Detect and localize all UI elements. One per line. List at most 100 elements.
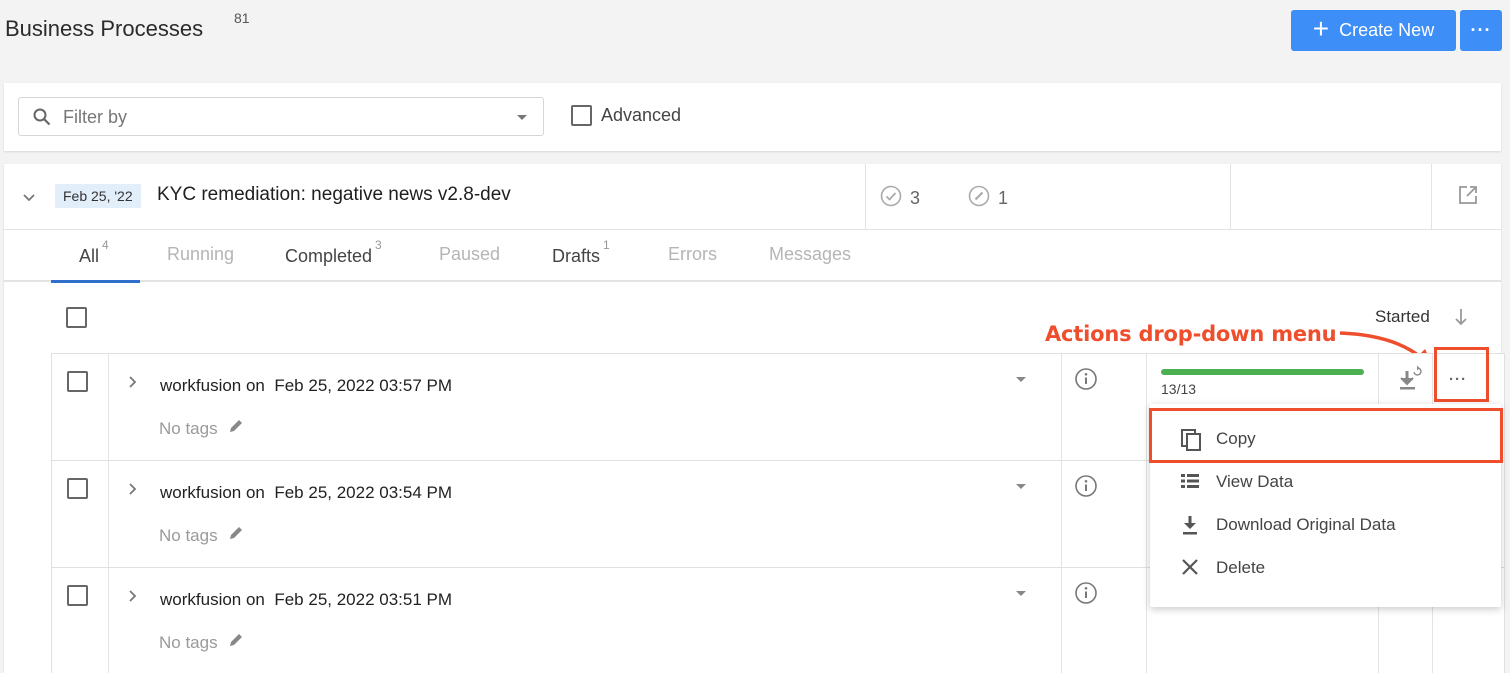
- divider: [1146, 354, 1147, 461]
- divider: [1061, 461, 1062, 568]
- divider: [108, 354, 109, 461]
- menu-item-delete[interactable]: Delete: [1150, 546, 1501, 589]
- close-icon: [1180, 557, 1200, 582]
- process-count-badge: 81: [234, 10, 250, 26]
- download-icon: [1180, 514, 1200, 541]
- actions-highlight: [1434, 347, 1489, 402]
- row-tags[interactable]: No tags: [159, 632, 244, 653]
- filter-input[interactable]: [63, 106, 503, 128]
- tab-label: Completed: [285, 246, 373, 266]
- menu-item-view-data[interactable]: View Data: [1150, 460, 1501, 503]
- row-tags[interactable]: No tags: [159, 525, 244, 546]
- tab-count: 1: [603, 238, 610, 252]
- info-icon[interactable]: [1074, 581, 1098, 610]
- search-icon: [33, 108, 51, 131]
- row-checkbox[interactable]: [67, 478, 88, 499]
- divider: [1146, 568, 1147, 673]
- chevron-down-icon[interactable]: [1016, 591, 1026, 596]
- completed-stat: 3: [880, 185, 920, 212]
- tab-errors[interactable]: Errors: [668, 244, 717, 265]
- filter-box[interactable]: [18, 97, 544, 136]
- tab-all[interactable]: All4: [79, 238, 109, 267]
- divider: [1061, 354, 1062, 461]
- tab-count: 3: [375, 238, 382, 252]
- row-date: Feb 25, 2022 03:51 PM: [274, 590, 453, 609]
- open-external-icon[interactable]: [1457, 184, 1479, 211]
- divider: [1230, 164, 1231, 230]
- select-all-checkbox[interactable]: [66, 307, 87, 328]
- advanced-label: Advanced: [601, 105, 682, 125]
- progress-fill: [1161, 369, 1364, 375]
- divider: [865, 164, 866, 230]
- process-name[interactable]: KYC remediation: negative news v2.8-dev: [157, 184, 511, 206]
- row-user: workfusion on: [160, 590, 265, 609]
- row-title: workfusion on Feb 25, 2022 03:51 PM: [160, 590, 452, 610]
- filter-panel: Advanced: [4, 83, 1501, 151]
- chevron-right-icon[interactable]: [128, 375, 138, 394]
- tab-completed[interactable]: Completed3: [285, 238, 382, 267]
- chevron-down-icon[interactable]: [1016, 484, 1026, 489]
- process-header: Feb 25, '22 KYC remediation: negative ne…: [4, 164, 1501, 230]
- pencil-circle-icon: [968, 185, 990, 212]
- chevron-down-icon[interactable]: [1016, 377, 1026, 382]
- annotation-label: Actions drop-down menu: [1045, 322, 1337, 346]
- row-tags[interactable]: No tags: [159, 418, 244, 439]
- view-data-icon: [1180, 471, 1200, 496]
- pencil-icon[interactable]: [228, 418, 244, 439]
- menu-item-label: Download Original Data: [1216, 515, 1396, 534]
- tab-label: Errors: [668, 244, 717, 264]
- divider: [1431, 164, 1432, 230]
- date-chip: Feb 25, '22: [55, 184, 141, 208]
- divider: [108, 461, 109, 568]
- tab-drafts[interactable]: Drafts1: [552, 238, 610, 267]
- chevron-down-icon[interactable]: [517, 115, 527, 120]
- row-checkbox[interactable]: [67, 585, 88, 606]
- completed-count: 3: [910, 188, 921, 208]
- progress-text: 13/13: [1161, 381, 1197, 397]
- tab-label: Paused: [439, 244, 501, 264]
- tab-label: Drafts: [552, 246, 601, 266]
- menu-item-download-original-data[interactable]: Download Original Data: [1150, 503, 1501, 546]
- row-date: Feb 25, 2022 03:57 PM: [274, 376, 453, 395]
- create-new-button[interactable]: + Create New: [1291, 10, 1456, 51]
- pencil-icon[interactable]: [228, 632, 244, 653]
- info-icon[interactable]: [1074, 474, 1098, 503]
- tags-label: No tags: [159, 632, 218, 652]
- tab-count: 4: [102, 238, 109, 252]
- row-title: workfusion on Feb 25, 2022 03:57 PM: [160, 376, 452, 396]
- tab-label: Messages: [769, 244, 852, 264]
- header-more-button[interactable]: ···: [1460, 10, 1502, 51]
- active-tab-indicator: [51, 280, 140, 283]
- progress-bar: [1161, 369, 1364, 375]
- menu-item-label: View Data: [1216, 472, 1294, 491]
- row-user: workfusion on: [160, 376, 265, 395]
- check-circle-icon: [880, 185, 902, 212]
- copy-highlight: [1149, 408, 1503, 463]
- advanced-checkbox[interactable]: [571, 105, 592, 126]
- divider: [108, 568, 109, 673]
- row-checkbox[interactable]: [67, 371, 88, 392]
- sort-label[interactable]: Started: [1375, 307, 1430, 327]
- arrow-down-icon[interactable]: [1453, 307, 1469, 332]
- draft-stat: 1: [968, 185, 1008, 212]
- chevron-right-icon[interactable]: [128, 589, 138, 608]
- menu-item-label: Delete: [1216, 558, 1266, 577]
- chevron-right-icon[interactable]: [128, 482, 138, 501]
- plus-icon: +: [1312, 13, 1330, 44]
- row-date: Feb 25, 2022 03:54 PM: [274, 483, 453, 502]
- row-title: workfusion on Feb 25, 2022 03:54 PM: [160, 483, 452, 503]
- page-title: Business Processes: [5, 16, 204, 41]
- draft-count: 1: [998, 188, 1009, 208]
- info-icon[interactable]: [1074, 367, 1098, 396]
- tab-label: Running: [167, 244, 235, 264]
- tab-running[interactable]: Running: [167, 244, 234, 265]
- tab-label: All: [79, 246, 100, 266]
- download-sync-icon[interactable]: [1396, 364, 1426, 399]
- tab-paused[interactable]: Paused: [439, 244, 500, 265]
- tab-messages[interactable]: Messages: [769, 244, 851, 265]
- pencil-icon[interactable]: [228, 525, 244, 546]
- chevron-down-icon[interactable]: [22, 190, 36, 208]
- tags-label: No tags: [159, 525, 218, 545]
- row-user: workfusion on: [160, 483, 265, 502]
- divider: [1146, 461, 1147, 568]
